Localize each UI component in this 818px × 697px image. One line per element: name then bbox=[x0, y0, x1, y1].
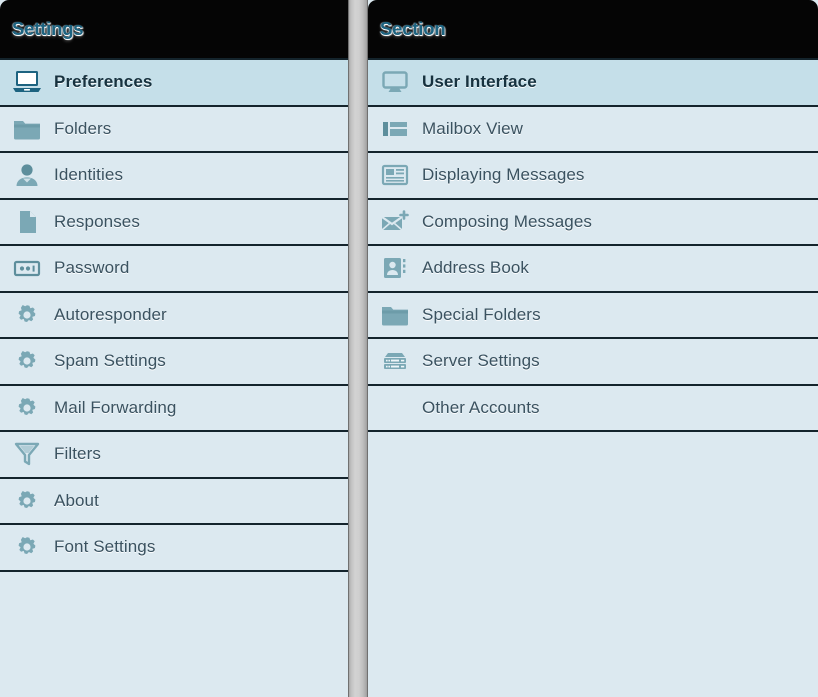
list-item-label: Displaying Messages bbox=[422, 165, 585, 185]
folder-icon bbox=[0, 106, 54, 152]
list-item-about[interactable]: About bbox=[0, 478, 348, 525]
monitor-icon bbox=[368, 59, 422, 105]
envelope-plus-icon bbox=[368, 199, 422, 245]
list-item-password[interactable]: Password bbox=[0, 246, 348, 293]
no-icon bbox=[368, 385, 422, 431]
list-item-label: User Interface bbox=[422, 72, 537, 92]
laptop-icon bbox=[0, 59, 54, 105]
list-item-label: Filters bbox=[54, 444, 101, 464]
list-item-label: Other Accounts bbox=[422, 397, 540, 417]
list-item-preferences[interactable]: Preferences bbox=[0, 60, 348, 107]
funnel-icon bbox=[0, 431, 54, 477]
list-item-address-book[interactable]: Address Book bbox=[368, 246, 818, 293]
list-item-label: Special Folders bbox=[422, 304, 541, 324]
gear-icon bbox=[0, 292, 54, 338]
settings-panel-title: Settings bbox=[12, 18, 84, 39]
list-item-label: Autoresponder bbox=[54, 304, 167, 324]
list-item-label: Identities bbox=[54, 165, 124, 185]
list-item-filters[interactable]: Filters bbox=[0, 432, 348, 479]
settings-panel-header: Settings bbox=[0, 0, 348, 58]
list-item-label: Font Settings bbox=[54, 537, 156, 557]
list-item-label: Composing Messages bbox=[422, 211, 592, 231]
message-list-icon bbox=[368, 152, 422, 198]
section-panel-title: Section bbox=[380, 18, 446, 39]
list-item-font-settings[interactable]: Font Settings bbox=[0, 525, 348, 572]
list-item-label: Responses bbox=[54, 211, 140, 231]
list-item-folders[interactable]: Folders bbox=[0, 106, 348, 153]
list-item-autoresponder[interactable]: Autoresponder bbox=[0, 292, 348, 339]
gear-icon bbox=[0, 338, 54, 384]
list-item-special-folders[interactable]: Special Folders bbox=[368, 292, 818, 339]
list-item-label: Address Book bbox=[422, 258, 530, 278]
list-item-label: Server Settings bbox=[422, 351, 540, 371]
list-item-label: Preferences bbox=[54, 72, 153, 92]
list-item-label: Spam Settings bbox=[54, 351, 166, 371]
section-panel: Section User Interface Mailbox View Displa… bbox=[368, 0, 818, 697]
list-item-server-settings[interactable]: Server Settings bbox=[368, 339, 818, 386]
list-item-label: Folders bbox=[54, 118, 112, 138]
panel-splitter[interactable] bbox=[348, 0, 368, 697]
document-icon bbox=[0, 199, 54, 245]
settings-panel: Settings Preferences Folders Identities Res… bbox=[0, 0, 348, 697]
settings-list: Preferences Folders Identities Responses Pas… bbox=[0, 58, 348, 572]
list-item-label: Mail Forwarding bbox=[54, 397, 177, 417]
list-item-identities[interactable]: Identities bbox=[0, 153, 348, 200]
folder-icon bbox=[368, 292, 422, 338]
layout-icon bbox=[368, 106, 422, 152]
list-item-label: Mailbox View bbox=[422, 118, 524, 138]
list-item-user-interface[interactable]: User Interface bbox=[368, 60, 818, 107]
list-item-composing-messages[interactable]: Composing Messages bbox=[368, 199, 818, 246]
list-item-label: About bbox=[54, 490, 99, 510]
gear-icon bbox=[0, 478, 54, 524]
list-item-other-accounts[interactable]: Other Accounts bbox=[368, 385, 818, 432]
gear-icon bbox=[0, 385, 54, 431]
settings-window: Settings Preferences Folders Identities Res… bbox=[0, 0, 818, 697]
server-icon bbox=[368, 338, 422, 384]
list-item-responses[interactable]: Responses bbox=[0, 199, 348, 246]
password-card-icon bbox=[0, 245, 54, 291]
gear-icon bbox=[0, 524, 54, 570]
list-item-mail-forwarding[interactable]: Mail Forwarding bbox=[0, 385, 348, 432]
user-icon bbox=[0, 152, 54, 198]
list-item-spam-settings[interactable]: Spam Settings bbox=[0, 339, 348, 386]
section-panel-header: Section bbox=[368, 0, 818, 58]
address-book-icon bbox=[368, 245, 422, 291]
list-item-label: Password bbox=[54, 258, 130, 278]
list-item-displaying-messages[interactable]: Displaying Messages bbox=[368, 153, 818, 200]
list-item-mailbox-view[interactable]: Mailbox View bbox=[368, 106, 818, 153]
section-list: User Interface Mailbox View Displaying Mes… bbox=[368, 58, 818, 432]
